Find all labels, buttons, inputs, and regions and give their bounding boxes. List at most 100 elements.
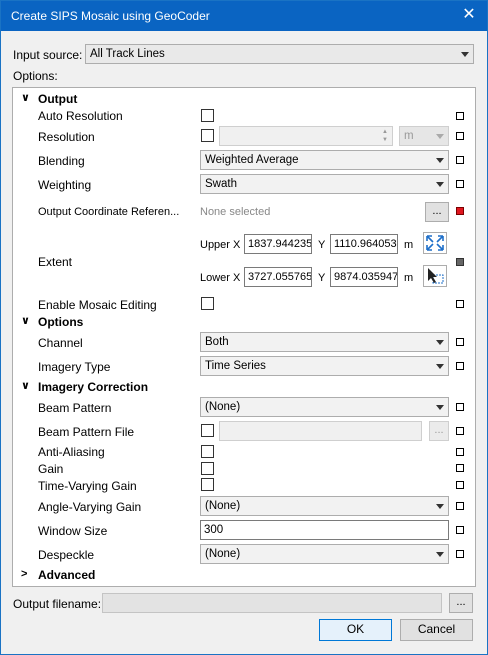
chevron-down-icon[interactable]: ∨ — [21, 314, 30, 327]
auto-resolution-checkbox[interactable] — [201, 109, 214, 122]
ok-button[interactable]: OK — [319, 619, 392, 641]
weighting-label: Weighting — [38, 178, 92, 192]
status-flag — [456, 156, 464, 164]
chevron-down-icon — [436, 340, 444, 345]
chevron-down-icon — [436, 158, 444, 163]
output-coordinate-reference-value: None selected — [200, 206, 271, 218]
upper-y-input[interactable]: 1110.964053 — [330, 234, 398, 254]
input-source-value: All Track Lines — [90, 48, 165, 60]
status-flag — [456, 464, 464, 472]
options-label: Options: — [13, 69, 58, 83]
status-flag — [456, 481, 464, 489]
window-title: Create SIPS Mosaic using GeoCoder — [11, 9, 210, 23]
status-flag — [456, 132, 464, 140]
input-source-label: Input source: — [13, 48, 83, 62]
beam-pattern-file-input[interactable] — [219, 421, 422, 441]
enable-mosaic-editing-checkbox[interactable] — [201, 297, 214, 310]
resolution-unit-select[interactable]: m — [399, 126, 449, 146]
angle-varying-gain-label: Angle-Varying Gain — [38, 500, 142, 514]
window-size-input[interactable]: 300 — [200, 520, 449, 540]
options-panel: ∨ Output Auto Resolution Resolution ▲ ▼ m… — [12, 87, 476, 587]
window-size-label: Window Size — [38, 524, 108, 538]
blending-select[interactable]: Weighted Average — [200, 150, 449, 170]
lower-y-label: Y — [318, 272, 326, 284]
status-flag — [456, 448, 464, 456]
status-flag — [456, 502, 464, 510]
error-flag — [456, 207, 464, 215]
status-flag — [456, 403, 464, 411]
status-flag — [456, 338, 464, 346]
chevron-down-icon — [461, 52, 469, 57]
beam-pattern-file-browse-button[interactable]: ... — [429, 421, 449, 441]
status-flag — [456, 258, 464, 266]
beam-pattern-file-checkbox[interactable] — [201, 424, 214, 437]
beam-pattern-select[interactable]: (None) — [200, 397, 449, 417]
chevron-down-icon — [436, 182, 444, 187]
weighting-select[interactable]: Swath — [200, 174, 449, 194]
status-flag — [456, 112, 464, 120]
status-flag — [456, 300, 464, 308]
anti-aliasing-checkbox[interactable] — [201, 445, 214, 458]
chevron-down-icon[interactable]: ∨ — [21, 379, 30, 392]
time-varying-gain-label: Time-Varying Gain — [38, 479, 137, 493]
section-advanced[interactable]: Advanced — [38, 568, 95, 582]
imagery-type-value: Time Series — [205, 360, 266, 372]
resolution-unit-value: m — [404, 130, 414, 142]
resolution-label: Resolution — [38, 130, 95, 144]
chevron-down-icon[interactable]: ∨ — [21, 91, 30, 104]
resolution-input[interactable]: ▲ ▼ — [219, 126, 393, 146]
select-extent-button[interactable] — [423, 265, 447, 287]
cursor-select-icon — [428, 268, 444, 284]
section-output[interactable]: Output — [38, 92, 77, 106]
anti-aliasing-label: Anti-Aliasing — [38, 445, 105, 459]
output-filename-label: Output filename: — [13, 597, 102, 611]
upper-y-label: Y — [318, 239, 326, 251]
input-source-select[interactable]: All Track Lines — [85, 44, 474, 64]
zoom-to-extent-button[interactable] — [423, 232, 447, 254]
status-flag — [456, 526, 464, 534]
cancel-button[interactable]: Cancel — [400, 619, 473, 641]
chevron-down-icon — [436, 134, 444, 139]
upper-x-input[interactable]: 1837.944235 — [244, 234, 312, 254]
lower-x-input[interactable]: 3727.055765 — [244, 267, 312, 287]
extent-label: Extent — [38, 255, 73, 269]
status-flag — [456, 427, 464, 435]
output-coordinate-reference-button[interactable]: ... — [425, 202, 449, 222]
beam-pattern-file-label: Beam Pattern File — [38, 425, 135, 439]
enable-mosaic-editing-label: Enable Mosaic Editing — [38, 298, 157, 312]
angle-varying-gain-select[interactable]: (None) — [200, 496, 449, 516]
chevron-down-icon — [436, 504, 444, 509]
chevron-right-icon[interactable]: > — [21, 568, 27, 580]
channel-select[interactable]: Both — [200, 332, 449, 352]
title-bar: Create SIPS Mosaic using GeoCoder ✕ — [1, 1, 487, 31]
close-icon[interactable]: ✕ — [457, 3, 481, 27]
beam-pattern-label: Beam Pattern — [38, 401, 112, 415]
channel-value: Both — [205, 336, 229, 348]
lower-y-input[interactable]: 9874.035947 — [330, 267, 398, 287]
expand-arrows-icon — [426, 235, 444, 251]
section-options[interactable]: Options — [38, 315, 83, 329]
weighting-value: Swath — [205, 178, 237, 190]
beam-pattern-value: (None) — [205, 401, 241, 413]
status-flag — [456, 550, 464, 558]
status-flag — [456, 362, 464, 370]
resolution-checkbox[interactable] — [201, 129, 214, 142]
gain-label: Gain — [38, 462, 64, 476]
imagery-type-select[interactable]: Time Series — [200, 356, 449, 376]
output-filename-input[interactable] — [102, 593, 442, 613]
output-filename-browse-button[interactable]: ... — [449, 593, 473, 613]
output-coordinate-reference-label: Output Coordinate Referen... — [38, 206, 180, 218]
spinner-icon[interactable]: ▲ ▼ — [379, 128, 391, 144]
dialog-window: Create SIPS Mosaic using GeoCoder ✕ Inpu… — [0, 0, 488, 655]
time-varying-gain-checkbox[interactable] — [201, 478, 214, 491]
gain-checkbox[interactable] — [201, 462, 214, 475]
section-imagery-correction[interactable]: Imagery Correction — [38, 380, 148, 394]
despeckle-value: (None) — [205, 548, 241, 560]
imagery-type-label: Imagery Type — [38, 360, 111, 374]
status-flag — [456, 180, 464, 188]
upper-unit-label: m — [404, 239, 414, 251]
lower-x-label: Lower X — [200, 272, 241, 284]
chevron-down-icon — [436, 364, 444, 369]
auto-resolution-label: Auto Resolution — [38, 109, 123, 123]
despeckle-select[interactable]: (None) — [200, 544, 449, 564]
